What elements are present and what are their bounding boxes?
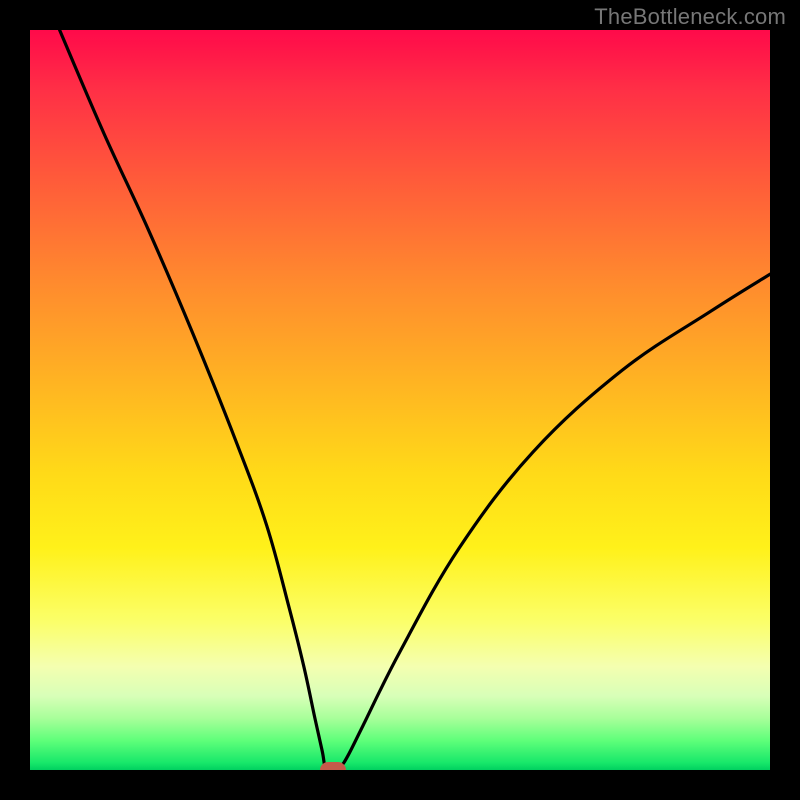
plot-area <box>30 30 770 770</box>
chart-frame: TheBottleneck.com <box>0 0 800 800</box>
optimal-point-marker <box>320 762 346 770</box>
watermark-text: TheBottleneck.com <box>594 4 786 30</box>
bottleneck-curve <box>30 30 770 770</box>
